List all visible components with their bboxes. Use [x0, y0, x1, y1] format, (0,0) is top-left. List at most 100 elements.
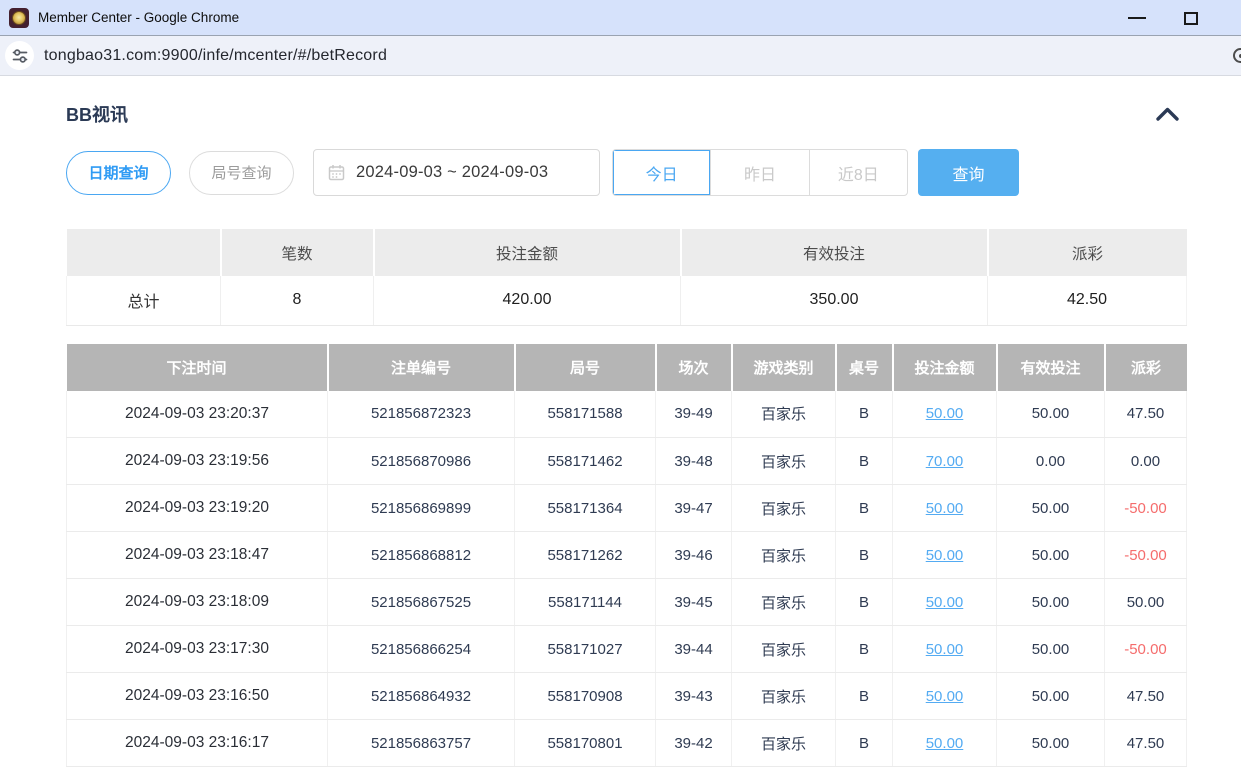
cell-bet-amount: 50.00 [893, 532, 997, 579]
cell-bet-id: 521856870986 [328, 438, 515, 485]
cell-round-id: 558170801 [515, 720, 656, 767]
round-query-tab[interactable]: 局号查询 [189, 151, 294, 195]
cell-bet-time: 2024-09-03 23:18:47 [67, 532, 328, 579]
header-session: 场次 [656, 344, 732, 391]
cell-session: 39-48 [656, 438, 732, 485]
cell-payout: 47.50 [1105, 673, 1187, 720]
header-payout: 派彩 [1105, 344, 1187, 391]
cell-payout: -50.00 [1105, 626, 1187, 673]
header-bet-id: 注单编号 [328, 344, 515, 391]
cell-valid-bet: 50.00 [997, 579, 1105, 626]
summary-payout-value: 42.50 [988, 276, 1187, 325]
today-button[interactable]: 今日 [613, 150, 710, 195]
cell-bet-id: 521856866254 [328, 626, 515, 673]
cell-game-type: 百家乐 [732, 391, 836, 438]
date-query-tab[interactable]: 日期查询 [66, 151, 171, 195]
minimize-button[interactable] [1121, 3, 1153, 33]
date-range-input[interactable]: 2024-09-03 ~ 2024-09-03 [313, 149, 600, 196]
header-bet-amount: 投注金额 [893, 344, 997, 391]
cell-valid-bet: 50.00 [997, 532, 1105, 579]
cell-bet-time: 2024-09-03 23:19:20 [67, 485, 328, 532]
cell-bet-time: 2024-09-03 23:16:17 [67, 720, 328, 767]
maximize-button[interactable] [1175, 3, 1207, 33]
cell-valid-bet: 50.00 [997, 673, 1105, 720]
summary-valid-bet-value: 350.00 [681, 276, 988, 325]
header-bet-time: 下注时间 [67, 344, 328, 391]
bet-amount-link[interactable]: 50.00 [926, 641, 964, 658]
bet-amount-link[interactable]: 50.00 [926, 735, 964, 752]
cell-table-no: B [836, 438, 893, 485]
page-title: BB视讯 [66, 101, 128, 127]
summary-header-payout: 派彩 [988, 229, 1187, 276]
table-row: 2024-09-03 23:18:47 521856868812 5581712… [67, 532, 1187, 579]
cell-table-no: B [836, 391, 893, 438]
cell-session: 39-47 [656, 485, 732, 532]
cell-session: 39-42 [656, 720, 732, 767]
cell-bet-amount: 50.00 [893, 673, 997, 720]
table-row: 2024-09-03 23:16:50 521856864932 5581709… [67, 673, 1187, 720]
cell-bet-id: 521856872323 [328, 391, 515, 438]
bet-amount-link[interactable]: 50.00 [926, 688, 964, 705]
cell-game-type: 百家乐 [732, 438, 836, 485]
cell-payout: -50.00 [1105, 532, 1187, 579]
cell-table-no: B [836, 626, 893, 673]
table-row: 2024-09-03 23:17:30 521856866254 5581710… [67, 626, 1187, 673]
date-range-value: 2024-09-03 ~ 2024-09-03 [356, 163, 548, 182]
summary-header-count: 笔数 [221, 229, 374, 276]
cell-round-id: 558171364 [515, 485, 656, 532]
cell-bet-time: 2024-09-03 23:20:37 [67, 391, 328, 438]
cell-bet-id: 521856863757 [328, 720, 515, 767]
cell-table-no: B [836, 579, 893, 626]
cell-bet-time: 2024-09-03 23:17:30 [67, 626, 328, 673]
window-titlebar: Member Center - Google Chrome [0, 0, 1241, 36]
summary-bet-amount-value: 420.00 [374, 276, 681, 325]
summary-header-blank [67, 229, 221, 276]
browser-action-icon[interactable] [1233, 48, 1241, 63]
bet-record-table: 下注时间 注单编号 局号 场次 游戏类别 桌号 投注金额 有效投注 派彩 202… [66, 344, 1187, 768]
bet-amount-link[interactable]: 70.00 [926, 453, 964, 470]
table-row: 2024-09-03 23:18:09 521856867525 5581711… [67, 579, 1187, 626]
yesterday-button[interactable]: 昨日 [710, 150, 808, 195]
cell-session: 39-45 [656, 579, 732, 626]
collapse-section-button[interactable] [1146, 102, 1186, 125]
bet-table-body: 2024-09-03 23:20:37 521856872323 5581715… [67, 391, 1187, 767]
table-row: 2024-09-03 23:19:56 521856870986 5581714… [67, 438, 1187, 485]
table-row: 2024-09-03 23:20:37 521856872323 5581715… [67, 391, 1187, 438]
header-game-type: 游戏类别 [732, 344, 836, 391]
cell-session: 39-43 [656, 673, 732, 720]
cell-valid-bet: 50.00 [997, 720, 1105, 767]
bet-table-header-row: 下注时间 注单编号 局号 场次 游戏类别 桌号 投注金额 有效投注 派彩 [67, 344, 1187, 391]
bet-amount-link[interactable]: 50.00 [926, 547, 964, 564]
summary-header-bet-amount: 投注金额 [374, 229, 681, 276]
cell-round-id: 558171588 [515, 391, 656, 438]
cell-bet-id: 521856869899 [328, 485, 515, 532]
calendar-icon [328, 164, 345, 181]
cell-bet-time: 2024-09-03 23:19:56 [67, 438, 328, 485]
cell-round-id: 558171144 [515, 579, 656, 626]
cell-valid-bet: 50.00 [997, 626, 1105, 673]
bet-amount-link[interactable]: 50.00 [926, 405, 964, 422]
cell-bet-amount: 50.00 [893, 485, 997, 532]
site-settings-button[interactable] [5, 41, 34, 70]
cell-bet-amount: 50.00 [893, 391, 997, 438]
bet-amount-link[interactable]: 50.00 [926, 500, 964, 517]
cell-game-type: 百家乐 [732, 720, 836, 767]
cell-game-type: 百家乐 [732, 485, 836, 532]
cell-session: 39-44 [656, 626, 732, 673]
summary-total-row: 总计 8 420.00 350.00 42.50 [67, 276, 1187, 325]
cell-round-id: 558171462 [515, 438, 656, 485]
cell-table-no: B [836, 673, 893, 720]
cell-payout: 50.00 [1105, 579, 1187, 626]
cell-bet-amount: 50.00 [893, 626, 997, 673]
summary-header-row: 笔数 投注金额 有效投注 派彩 [67, 229, 1187, 276]
cell-bet-id: 521856867525 [328, 579, 515, 626]
address-bar[interactable]: tongbao31.com:9900/infe/mcenter/#/betRec… [44, 47, 387, 65]
cell-game-type: 百家乐 [732, 673, 836, 720]
search-button[interactable]: 查询 [918, 149, 1019, 196]
cell-round-id: 558171027 [515, 626, 656, 673]
last-8-days-button[interactable]: 近8日 [809, 150, 907, 195]
cell-game-type: 百家乐 [732, 532, 836, 579]
cell-payout: -50.00 [1105, 485, 1187, 532]
bet-amount-link[interactable]: 50.00 [926, 594, 964, 611]
cell-payout: 47.50 [1105, 720, 1187, 767]
